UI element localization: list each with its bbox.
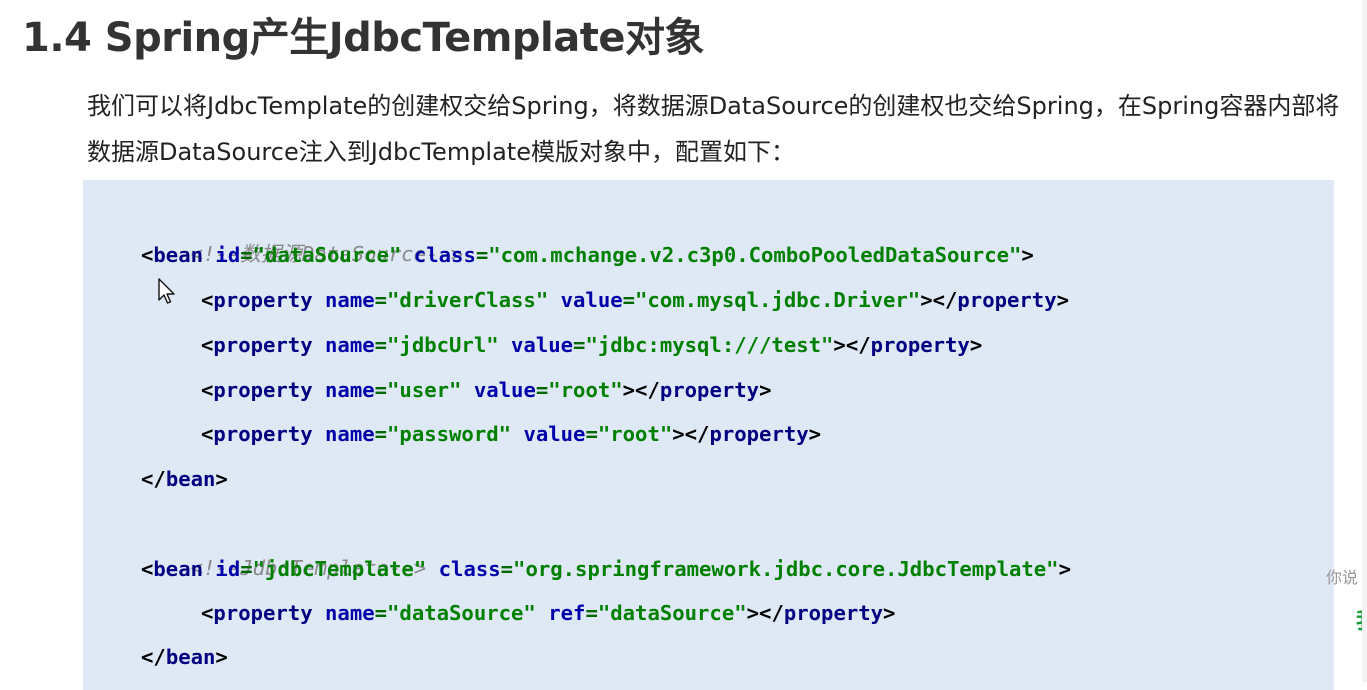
tag-name: property	[213, 378, 313, 402]
description-line-1: 我们可以将JdbcTemplate的创建权交给Spring，将数据源DataSo…	[87, 92, 1340, 120]
attr-name: value	[560, 288, 623, 312]
tag-name: property	[213, 601, 313, 625]
tag-name: bean	[153, 243, 204, 267]
code-line-datasource-bean-open: <bean id="dataSource" class="com.mchange…	[141, 243, 1034, 267]
attr-name: id	[215, 557, 241, 581]
attr-value: "dataSource"	[597, 601, 747, 625]
tag-name: property	[213, 288, 313, 312]
tag-name: property	[957, 288, 1057, 312]
tag-name: property	[659, 378, 760, 402]
attr-name: class	[438, 557, 501, 581]
attr-value: "jdbc:mysql:///test"	[585, 333, 834, 357]
attr-name: name	[325, 422, 375, 446]
section-heading: 1.4 Spring产生JdbcTemplate对象	[22, 15, 705, 61]
code-line-datasource-bean-close: </bean>	[141, 467, 228, 491]
code-line-jdbctemplate-bean-open: <bean id="jdbcTemplate" class="org.sprin…	[141, 557, 1071, 581]
code-comment-jdbctemplate: <!--JdbcTemplate-->	[141, 502, 427, 580]
attr-value: "driverClass"	[387, 288, 549, 312]
attr-name: name	[325, 601, 375, 625]
code-line-jdbctemplate-bean-close: </bean>	[141, 645, 228, 669]
description-line-2: 数据源DataSource注入到JdbcTemplate模版对象中，配置如下：	[87, 138, 795, 166]
attr-value: "jdbcTemplate"	[252, 557, 427, 581]
tag-name: bean	[165, 645, 216, 669]
tag-name: property	[213, 422, 313, 446]
code-line-property-driverclass: <property name="driverClass" value="com.…	[201, 288, 1070, 312]
attr-name: value	[523, 422, 586, 446]
right-edge-strip	[1362, 0, 1367, 682]
attr-value: "com.mysql.jdbc.Driver"	[635, 288, 921, 312]
code-comment-datasource: <!--数据源DataSource-->	[141, 188, 464, 266]
tag-name: bean	[153, 557, 204, 581]
attr-value: "jdbcUrl"	[387, 333, 499, 357]
attr-name: name	[325, 288, 375, 312]
code-line-property-password: <property name="password" value="root"><…	[201, 422, 822, 446]
attr-name: name	[325, 333, 375, 357]
attr-value: "root"	[548, 378, 623, 402]
side-overlay-text: 你说	[1326, 568, 1359, 587]
attr-name: value	[511, 333, 574, 357]
attr-name: ref	[548, 601, 586, 625]
attr-value: "dataSource"	[252, 243, 402, 267]
attr-value: "user"	[387, 378, 462, 402]
attr-name: id	[215, 243, 241, 267]
code-block: <!--数据源DataSource--> <bean id="dataSourc…	[83, 180, 1334, 690]
attr-value: "com.mchange.v2.c3p0.ComboPooledDataSour…	[488, 243, 1022, 267]
tag-name: bean	[165, 467, 216, 491]
attr-name: value	[473, 378, 536, 402]
attr-name: name	[325, 378, 375, 402]
tag-name: property	[783, 601, 884, 625]
tag-name: property	[213, 333, 313, 357]
attr-name: class	[413, 243, 476, 267]
code-line-property-jdbcurl: <property name="jdbcUrl" value="jdbc:mys…	[201, 333, 983, 357]
mouse-cursor-icon	[158, 278, 175, 304]
attr-value: "dataSource"	[387, 601, 536, 625]
tag-name: property	[709, 422, 809, 446]
attr-value: "password"	[387, 422, 512, 446]
attr-value: "org.springframework.jdbc.core.JdbcTempl…	[513, 557, 1059, 581]
attr-value: "root"	[597, 422, 673, 446]
tag-name: property	[870, 333, 970, 357]
code-line-property-datasource-ref: <property name="dataSource" ref="dataSou…	[201, 601, 896, 625]
code-line-property-user: <property name="user" value="root"></pro…	[201, 378, 772, 402]
